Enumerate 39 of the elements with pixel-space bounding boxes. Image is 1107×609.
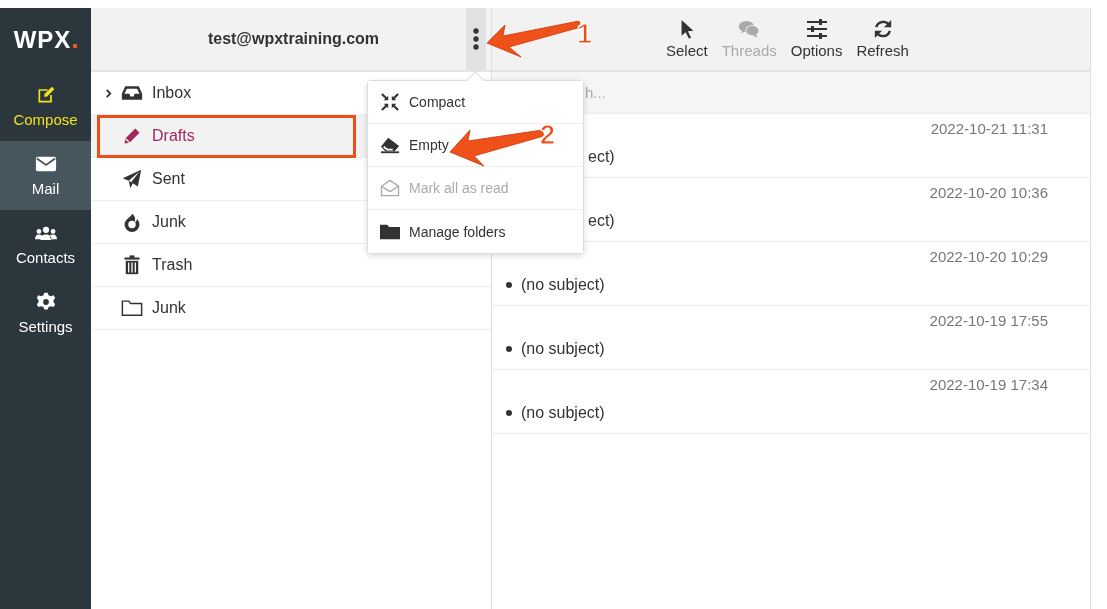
vertical-dots-icon: [473, 28, 479, 50]
message-date: 2022-10-21 11:31: [930, 120, 1048, 137]
toolbar-button[interactable]: Options: [786, 19, 847, 59]
folder-icon: [380, 222, 400, 241]
message-subject: (no subject): [521, 276, 605, 294]
step-number: 1: [577, 19, 593, 50]
message-date: 2022-10-20 10:36: [929, 184, 1048, 201]
more-button[interactable]: [466, 8, 486, 70]
menu-item[interactable]: Manage folders: [368, 210, 583, 253]
message-date: 2022-10-19 17:55: [929, 312, 1048, 329]
compress-arrows-icon: [380, 93, 400, 111]
chat-bubbles-icon: [738, 19, 761, 39]
message-subject: ect): [588, 212, 615, 230]
bullet-icon: [506, 410, 512, 416]
message-date: 2022-10-20 10:29: [929, 248, 1048, 265]
nav-item[interactable]: Contacts: [0, 210, 91, 279]
open-envelope-icon: [380, 179, 400, 197]
folder-icon: [121, 298, 143, 318]
paper-plane-icon: [121, 169, 143, 189]
toolbar-button[interactable]: Select: [662, 19, 712, 59]
bullet-icon: [506, 346, 512, 352]
bullet-icon: [506, 282, 512, 288]
nav-item[interactable]: Mail: [0, 141, 91, 210]
toolbar-button[interactable]: Refresh: [852, 19, 913, 59]
tray-icon: [121, 83, 143, 103]
logo-text: WPX: [13, 26, 72, 54]
sliders-icon: [805, 19, 828, 39]
nav-item[interactable]: Compose: [0, 72, 91, 141]
menu-item[interactable]: Compact: [368, 81, 583, 124]
nav-item[interactable]: Settings: [0, 279, 91, 348]
folder-item[interactable]: Junk: [91, 287, 491, 330]
eraser-icon: [380, 136, 400, 154]
envelope-icon: [34, 154, 57, 174]
message-subject: ect): [588, 148, 615, 166]
account-email: test@wpxtraining.com: [206, 30, 381, 48]
message-subject: (no subject): [521, 404, 605, 422]
message-subject: (no subject): [521, 340, 605, 358]
message-date: 2022-10-19 17:34: [929, 376, 1048, 393]
gear-icon: [34, 292, 57, 312]
